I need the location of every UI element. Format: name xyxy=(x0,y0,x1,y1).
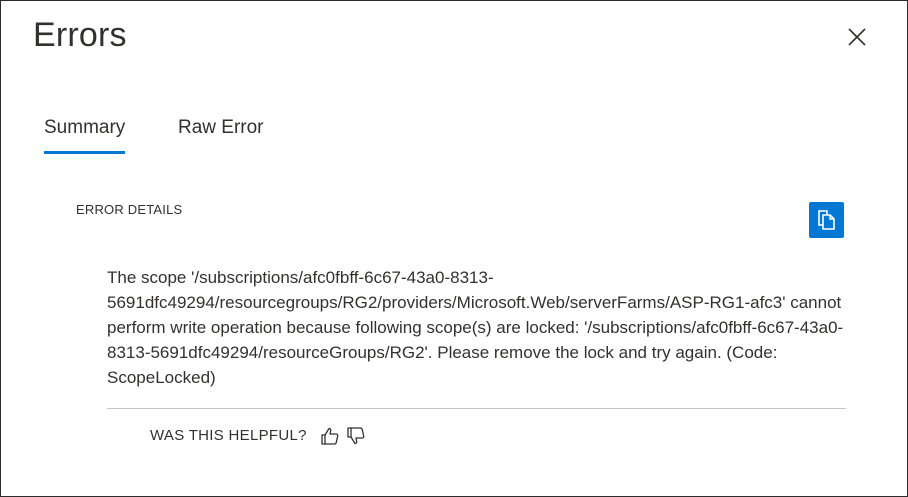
dialog-title: Errors xyxy=(33,16,127,54)
error-message: The scope '/subscriptions/afc0fbff-6c67-… xyxy=(107,268,846,387)
divider xyxy=(107,408,846,409)
tab-summary[interactable]: Summary xyxy=(44,113,126,154)
thumbs-up-icon xyxy=(321,427,339,445)
thumbs-down-button[interactable] xyxy=(345,425,367,447)
error-details-label: ERROR DETAILS xyxy=(76,202,183,217)
feedback-row: WAS THIS HELPFUL? xyxy=(150,425,371,447)
close-button[interactable] xyxy=(841,21,873,53)
copy-button[interactable] xyxy=(809,202,844,238)
copy-icon xyxy=(817,210,835,230)
thumbs-up-button[interactable] xyxy=(319,425,341,447)
close-icon xyxy=(848,28,866,46)
errors-dialog: Errors Summary Raw Error ERROR DETAILS T… xyxy=(0,0,908,497)
tab-raw-error[interactable]: Raw Error xyxy=(178,113,264,143)
feedback-question: WAS THIS HELPFUL? xyxy=(150,427,307,444)
thumbs-down-icon xyxy=(347,427,365,445)
